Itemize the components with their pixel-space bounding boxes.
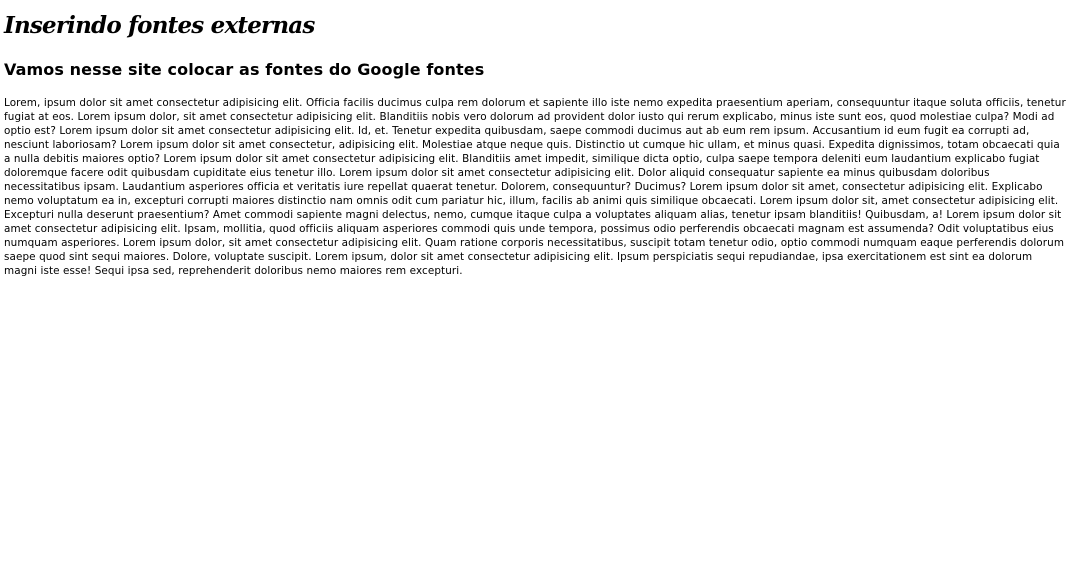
body-paragraph: Lorem, ipsum dolor sit amet consectetur … [4,97,1066,277]
page-subtitle: Vamos nesse site colocar as fontes do Go… [4,60,485,79]
page-title: Inserindo fontes externas [4,12,315,39]
page-content: Inserindo fontes externas Vamos nesse si… [0,0,1070,566]
